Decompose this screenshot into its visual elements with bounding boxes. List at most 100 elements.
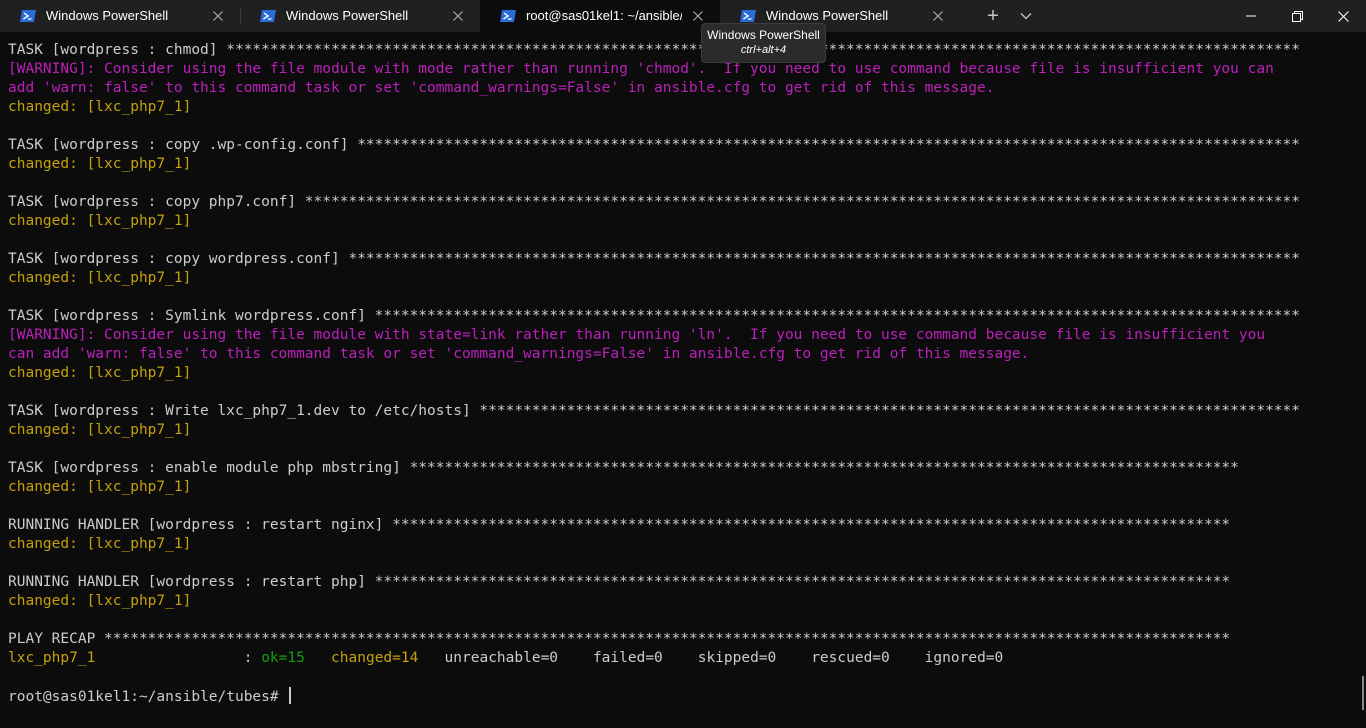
scrollbar-thumb[interactable] [1362, 676, 1364, 710]
terminal-text: TASK [wordpress : Symlink wordpress.conf… [8, 308, 1301, 324]
new-tab-button[interactable]: + [977, 0, 1009, 32]
terminal-text: changed: [lxc_php7_1] [8, 365, 192, 381]
terminal-line: add 'warn: false' to this command task o… [8, 79, 1358, 98]
terminal-output[interactable]: TASK [wordpress : chmod] ***************… [8, 41, 1358, 706]
restore-icon [1291, 10, 1303, 22]
terminal-text: changed: [lxc_php7_1] [8, 99, 192, 115]
powershell-icon [740, 10, 756, 22]
terminal-line: root@sas01kel1:~/ansible/tubes# [8, 687, 1358, 706]
terminal-window: Windows PowerShell Windows PowerShell root… [0, 0, 1366, 728]
terminal-text: TASK [wordpress : enable module php mbst… [8, 460, 1239, 476]
terminal-line: TASK [wordpress : Write lxc_php7_1.dev t… [8, 402, 1358, 421]
terminal-text: changed: [lxc_php7_1] [8, 270, 192, 286]
terminal-line: changed: [lxc_php7_1] [8, 269, 1358, 288]
minimize-button[interactable] [1228, 0, 1274, 32]
terminal-text: [WARNING]: Consider using the file modul… [8, 61, 1274, 77]
terminal-line: changed: [lxc_php7_1] [8, 535, 1358, 554]
terminal-line: TASK [wordpress : copy wordpress.conf] *… [8, 250, 1358, 269]
close-icon [933, 11, 943, 21]
terminal-line: RUNNING HANDLER [wordpress : restart php… [8, 573, 1358, 592]
terminal-text: TASK [wordpress : copy wordpress.conf] *… [8, 251, 1301, 267]
powershell-icon [20, 10, 36, 22]
terminal-line: changed: [lxc_php7_1] [8, 98, 1358, 117]
terminal-line: RUNNING HANDLER [wordpress : restart ngi… [8, 516, 1358, 535]
close-window-button[interactable] [1320, 0, 1366, 32]
terminal-text: TASK [wordpress : chmod] ***************… [8, 42, 1301, 58]
terminal-line: changed: [lxc_php7_1] [8, 592, 1358, 611]
tab-tooltip: Windows PowerShell ctrl+alt+4 [701, 23, 826, 63]
terminal-text: changed: [lxc_php7_1] [8, 422, 192, 438]
chevron-down-icon [1020, 13, 1032, 20]
terminal-text: changed: [lxc_php7_1] [8, 536, 192, 552]
terminal-text: TASK [wordpress : copy php7.conf] ******… [8, 194, 1301, 210]
terminal-line: TASK [wordpress : chmod] ***************… [8, 41, 1358, 60]
tab-2[interactable]: Windows PowerShell [240, 0, 480, 32]
tab-close-button[interactable] [442, 0, 474, 32]
tab-close-button[interactable] [202, 0, 234, 32]
terminal-text: TASK [wordpress : copy .wp-config.conf] … [8, 137, 1301, 153]
terminal-line: PLAY RECAP *****************************… [8, 630, 1358, 649]
terminal-text: ok=15 [261, 650, 305, 666]
terminal-text: changed: [lxc_php7_1] [8, 593, 192, 609]
tab-title: Windows PowerShell [286, 8, 409, 23]
terminal-text: RUNNING HANDLER [wordpress : restart php… [8, 574, 1231, 590]
tab-title: root@sas01kel1: ~/ansible/tubes [526, 8, 682, 23]
tooltip-shortcut: ctrl+alt+4 [740, 44, 787, 56]
terminal-text: root@sas01kel1:~/ansible/tubes# [8, 689, 288, 705]
terminal-line: TASK [wordpress : Symlink wordpress.conf… [8, 307, 1358, 326]
tooltip-title: Windows PowerShell [707, 28, 820, 42]
terminal-text: TASK [wordpress : Write lxc_php7_1.dev t… [8, 403, 1301, 419]
terminal-line: changed: [lxc_php7_1] [8, 478, 1358, 497]
terminal-line: changed: [lxc_php7_1] [8, 212, 1358, 231]
terminal-line: TASK [wordpress : copy php7.conf] ******… [8, 193, 1358, 212]
tab-title: Windows PowerShell [46, 8, 169, 23]
powershell-icon [500, 10, 516, 22]
terminal-line: [WARNING]: Consider using the file modul… [8, 326, 1358, 345]
terminal-text: changed=14 [331, 650, 419, 666]
terminal-text: changed: [lxc_php7_1] [8, 479, 192, 495]
maximize-button[interactable] [1274, 0, 1320, 32]
plus-icon: + [987, 4, 999, 27]
tab-bar: Windows PowerShell Windows PowerShell root… [0, 0, 1366, 32]
text-cursor [289, 687, 292, 704]
terminal-line: can add 'warn: false' to this command ta… [8, 345, 1358, 364]
terminal-text: PLAY RECAP *****************************… [8, 631, 1231, 647]
tab-3[interactable]: root@sas01kel1: ~/ansible/tubes [480, 0, 720, 32]
minimize-icon [1246, 15, 1256, 17]
tab-1[interactable]: Windows PowerShell [0, 0, 240, 32]
terminal-text: changed: [lxc_php7_1] [8, 213, 192, 229]
powershell-icon [260, 10, 276, 22]
tab-close-button[interactable] [922, 0, 954, 32]
terminal-line: TASK [wordpress : copy .wp-config.conf] … [8, 136, 1358, 155]
close-icon [213, 11, 223, 21]
terminal-line: changed: [lxc_php7_1] [8, 421, 1358, 440]
terminal-text: lxc_php7_1 [8, 650, 96, 666]
terminal-line: changed: [lxc_php7_1] [8, 364, 1358, 383]
tab-separator [240, 8, 241, 24]
terminal-text: can add 'warn: false' to this command ta… [8, 346, 1030, 362]
close-icon [453, 11, 463, 21]
terminal-text: unreachable=0 failed=0 skipped=0 rescued… [418, 650, 1004, 666]
terminal-line: [WARNING]: Consider using the file modul… [8, 60, 1358, 79]
terminal-text: changed: [lxc_php7_1] [8, 156, 192, 172]
close-icon [1337, 10, 1349, 22]
terminal-line: lxc_php7_1 : ok=15 changed=14 unreachabl… [8, 649, 1358, 668]
terminal-text: : [95, 650, 262, 666]
terminal-line: changed: [lxc_php7_1] [8, 155, 1358, 174]
terminal-line: TASK [wordpress : enable module php mbst… [8, 459, 1358, 478]
terminal-text: RUNNING HANDLER [wordpress : restart ngi… [8, 517, 1231, 533]
close-icon [693, 11, 703, 21]
tab-dropdown-button[interactable] [1011, 0, 1041, 32]
terminal-text: [WARNING]: Consider using the file modul… [8, 327, 1266, 343]
